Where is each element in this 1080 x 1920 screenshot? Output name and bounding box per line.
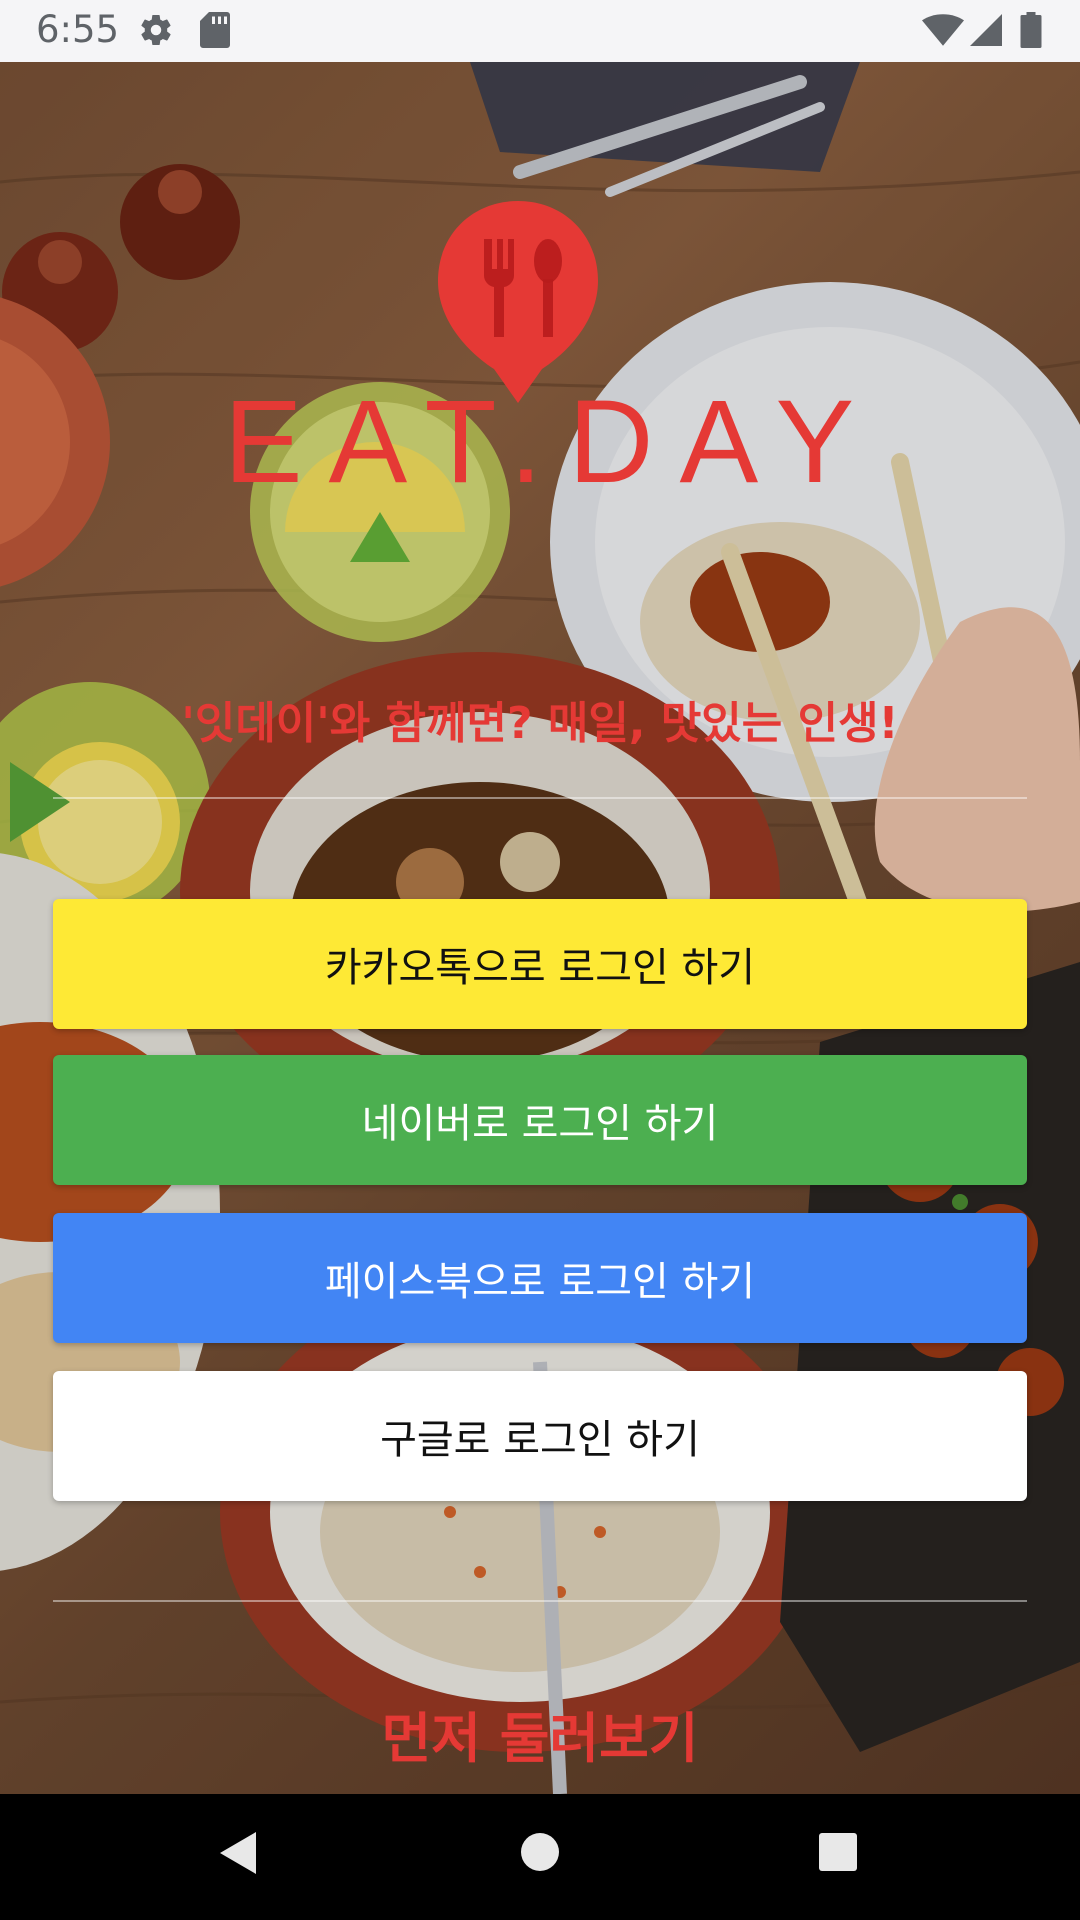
status-bar: 6:55 [0, 0, 1080, 62]
brand-name: EAT.DAY [223, 376, 881, 508]
system-nav-bar [0, 1794, 1080, 1920]
divider-bottom [53, 1600, 1027, 1602]
facebook-login-button[interactable]: 페이스북으로 로그인 하기 [53, 1213, 1027, 1343]
login-screen: 6:55 EAT.DAY '잇데이'와 함께면? 매일, 맛있는 인생! 카카오… [0, 0, 1080, 1920]
tagline: '잇데이'와 함께면? 매일, 맛있는 인생! [181, 698, 899, 749]
naver-login-button[interactable]: 네이버로 로그인 하기 [53, 1055, 1027, 1185]
divider-top [53, 797, 1027, 799]
wifi-icon [922, 14, 964, 50]
signal-icon [970, 14, 1002, 50]
battery-icon [1020, 12, 1042, 52]
google-login-button[interactable]: 구글로 로그인 하기 [53, 1371, 1027, 1501]
browse-first-link[interactable]: 먼저 둘러보기 [0, 1694, 1080, 1773]
status-time: 6:55 [36, 8, 120, 51]
home-icon[interactable] [520, 1832, 560, 1876]
kakao-login-button[interactable]: 카카오톡으로 로그인 하기 [53, 899, 1027, 1029]
sd-card-icon [200, 12, 230, 52]
recents-icon[interactable] [818, 1832, 858, 1876]
settings-icon [138, 12, 174, 52]
back-icon[interactable] [216, 1828, 260, 1882]
